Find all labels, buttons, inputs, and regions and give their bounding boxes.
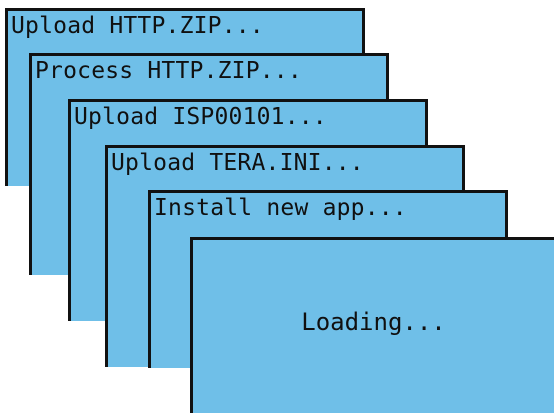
status-message: Upload HTTP.ZIP... <box>11 13 264 39</box>
status-message: Upload TERA.INI... <box>111 150 364 176</box>
update-sequence: Upload HTTP.ZIP... Process HTTP.ZIP... U… <box>0 0 554 413</box>
terminal-screen-loading: Loading... <box>190 237 554 413</box>
status-message: Install new app... <box>154 195 407 221</box>
loading-message: Loading... <box>301 308 446 336</box>
status-message: Upload ISP00101... <box>74 104 327 130</box>
status-message: Process HTTP.ZIP... <box>35 58 302 84</box>
